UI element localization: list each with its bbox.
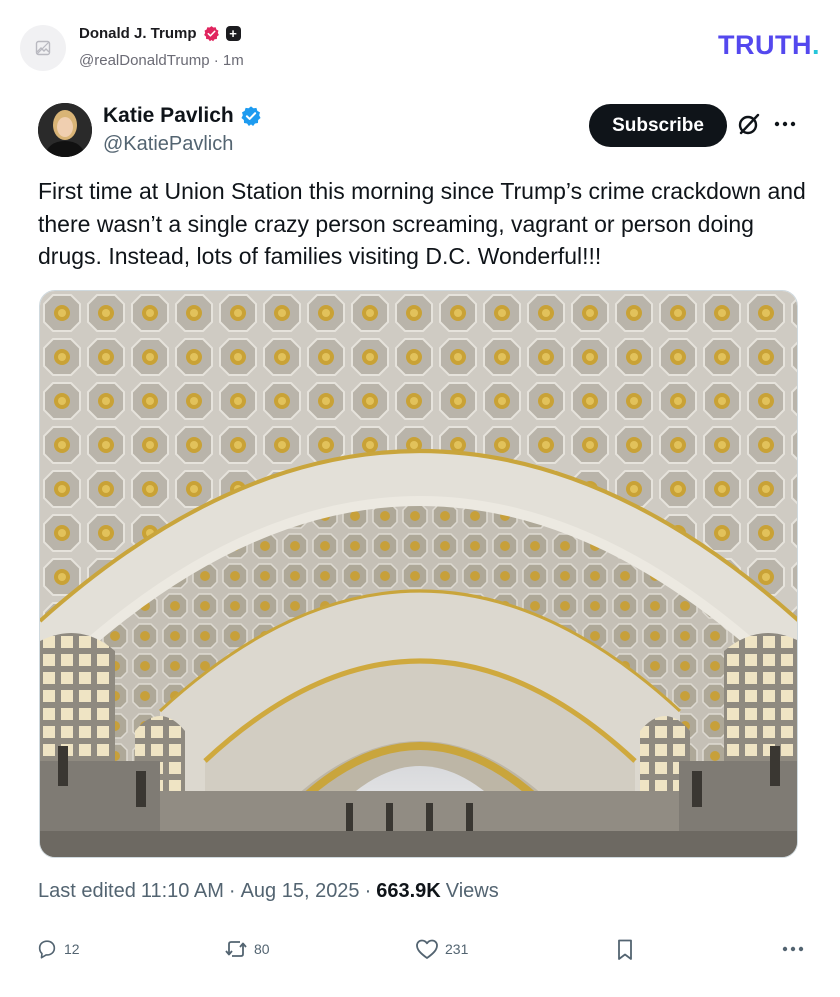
meta-separator: · [228, 880, 236, 902]
repost-button[interactable]: 80 [224, 938, 270, 960]
truth-logo-text: TRUTH [718, 30, 812, 60]
truth-post-header: Donald J. Trump + @realDonaldTrump · 1m … [0, 0, 840, 90]
separator-dot: · [213, 52, 219, 69]
repost-count: 80 [254, 941, 270, 957]
author-name[interactable]: Donald J. Trump [79, 25, 197, 42]
image-placeholder-icon [35, 40, 51, 56]
action-bar: 12 80 231 [0, 932, 840, 972]
grok-icon[interactable] [736, 111, 762, 137]
more-icon[interactable] [772, 112, 798, 136]
author-avatar[interactable] [20, 25, 66, 71]
reply-count: 12 [64, 941, 80, 957]
verified-badge-icon [203, 26, 219, 42]
reply-icon [38, 940, 56, 959]
repost-icon [225, 941, 247, 957]
meta-separator: · [364, 880, 372, 902]
bookmark-icon [618, 939, 632, 960]
bookmark-button[interactable] [615, 938, 635, 962]
embedded-author-avatar[interactable] [38, 103, 92, 157]
avatar-portrait-icon [38, 103, 92, 157]
truth-logo-dot: . [811, 30, 820, 60]
verified-badge-icon [241, 106, 261, 126]
heart-icon [416, 939, 438, 959]
post-time[interactable]: 1m [223, 52, 244, 69]
subscribe-button[interactable]: Subscribe [589, 104, 727, 147]
embedded-author-name[interactable]: Katie Pavlich [103, 104, 234, 128]
plus-badge-icon: + [225, 26, 241, 41]
post-meta: Last edited 11:10 AM · Aug 15, 2025 · 66… [38, 880, 499, 903]
like-button[interactable]: 231 [415, 938, 468, 960]
author-handle[interactable]: @realDonaldTrump [79, 52, 210, 69]
embedded-author-handle[interactable]: @KatiePavlich [103, 133, 233, 156]
post-text: First time at Union Station this morning… [38, 178, 806, 269]
edited-label[interactable]: Last edited [38, 880, 136, 903]
views-label: Views [445, 880, 499, 902]
post-photo[interactable] [39, 290, 798, 858]
post-time[interactable]: 11:10 AM [141, 880, 224, 903]
more-icon [782, 946, 804, 952]
views-count: 663.9K [376, 880, 441, 902]
more-actions-button[interactable] [780, 938, 806, 960]
reply-button[interactable]: 12 [36, 938, 80, 960]
post-date[interactable]: Aug 15, 2025 [241, 880, 360, 903]
union-station-ceiling-image [40, 291, 797, 857]
like-count: 231 [445, 941, 469, 957]
truth-logo[interactable]: TRUTH. [718, 30, 820, 61]
